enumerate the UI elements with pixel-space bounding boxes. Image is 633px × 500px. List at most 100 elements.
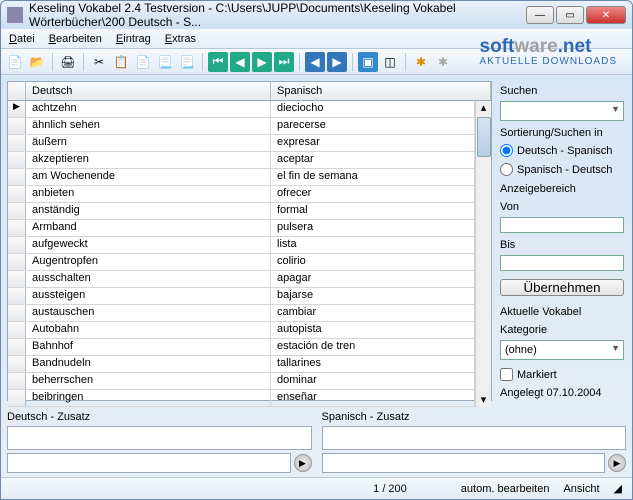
cell-es[interactable]: aceptar	[271, 152, 475, 168]
cell-es[interactable]: colirio	[271, 254, 475, 270]
cell-es[interactable]: dieciocho	[271, 101, 475, 117]
table-row[interactable]: Bahnhofestación de tren	[8, 339, 475, 356]
menu-file[interactable]: Datei	[9, 33, 35, 45]
grid-icon[interactable]: ◫	[380, 52, 400, 72]
print-icon[interactable]: 🖨	[58, 52, 78, 72]
table-row[interactable]: Augentropfencolirio	[8, 254, 475, 271]
column-header-spanisch[interactable]: Spanisch	[271, 82, 491, 100]
doc2-icon[interactable]: 📃	[177, 52, 197, 72]
resize-grip-icon[interactable]: ◢	[614, 482, 622, 495]
cell-de[interactable]: ähnlich sehen	[26, 118, 271, 134]
cell-de[interactable]: am Wochenende	[26, 169, 271, 185]
cell-es[interactable]: pulsera	[271, 220, 475, 236]
zusatz-left-input[interactable]	[7, 453, 291, 473]
cell-es[interactable]: formal	[271, 203, 475, 219]
cell-de[interactable]: Bandnudeln	[26, 356, 271, 372]
cut-icon[interactable]: ✂	[89, 52, 109, 72]
cell-es[interactable]: estación de tren	[271, 339, 475, 355]
play-left-icon[interactable]: ▶	[294, 454, 312, 472]
table-row[interactable]: akzeptierenaceptar	[8, 152, 475, 169]
search-input[interactable]	[500, 101, 624, 121]
menu-entry[interactable]: Eintrag	[116, 33, 151, 45]
cell-de[interactable]: anbieten	[26, 186, 271, 202]
cell-es[interactable]: enseñar	[271, 390, 475, 406]
cell-es[interactable]: expresar	[271, 135, 475, 151]
table-row[interactable]: ▶achtzehndieciocho	[8, 101, 475, 118]
cell-de[interactable]: Armband	[26, 220, 271, 236]
cell-de[interactable]: achtzehn	[26, 101, 271, 117]
cell-es[interactable]: cambiar	[271, 305, 475, 321]
cell-de[interactable]: Autobahn	[26, 322, 271, 338]
cell-de[interactable]: beibringen	[26, 390, 271, 406]
cell-es[interactable]: parecerse	[271, 118, 475, 134]
marked-checkbox[interactable]	[500, 368, 513, 381]
last-icon[interactable]: ⏭	[274, 52, 294, 72]
category-select[interactable]	[500, 340, 624, 360]
table-row[interactable]: ausschaltenapagar	[8, 271, 475, 288]
cell-es[interactable]: el fin de semana	[271, 169, 475, 185]
cell-de[interactable]: Bahnhof	[26, 339, 271, 355]
scrollbar[interactable]: ▴ ▾	[475, 101, 491, 407]
cell-es[interactable]: autopista	[271, 322, 475, 338]
table-row[interactable]: anständigformal	[8, 203, 475, 220]
zusatz-right-input[interactable]	[322, 453, 606, 473]
zusatz-left-text[interactable]	[7, 426, 312, 450]
status-auto[interactable]: autom. bearbeiten	[461, 483, 550, 495]
table-row[interactable]: anbietenofrecer	[8, 186, 475, 203]
table-row[interactable]: Bandnudelntallarines	[8, 356, 475, 373]
cell-es[interactable]: dominar	[271, 373, 475, 389]
menu-edit[interactable]: Bearbeiten	[49, 33, 102, 45]
zusatz-right-text[interactable]	[322, 426, 627, 450]
table-row[interactable]: beherrschendominar	[8, 373, 475, 390]
cell-es[interactable]: tallarines	[271, 356, 475, 372]
scroll-thumb[interactable]	[477, 117, 491, 157]
prev-icon[interactable]: ◀	[230, 52, 250, 72]
next-icon[interactable]: ▶	[252, 52, 272, 72]
radio-de-es[interactable]	[500, 144, 513, 157]
cell-de[interactable]: akzeptieren	[26, 152, 271, 168]
grid-body[interactable]: ▶achtzehndieciochoähnlich sehenparecerse…	[8, 101, 475, 407]
cell-de[interactable]: ausschalten	[26, 271, 271, 287]
cell-de[interactable]: Augentropfen	[26, 254, 271, 270]
table-row[interactable]: austauschencambiar	[8, 305, 475, 322]
table-row[interactable]: ähnlich sehenparecerse	[8, 118, 475, 135]
cell-es[interactable]: lista	[271, 237, 475, 253]
doc-icon[interactable]: 📃	[155, 52, 175, 72]
minimize-button[interactable]: —	[526, 6, 554, 24]
status-view[interactable]: Ansicht	[563, 483, 599, 495]
picture-icon[interactable]: ▣	[358, 52, 378, 72]
nav1-icon[interactable]: ◀	[305, 52, 325, 72]
table-row[interactable]: äußernexpresar	[8, 135, 475, 152]
cell-de[interactable]: aussteigen	[26, 288, 271, 304]
menu-extras[interactable]: Extras	[165, 33, 196, 45]
table-row[interactable]: Armbandpulsera	[8, 220, 475, 237]
cell-es[interactable]: apagar	[271, 271, 475, 287]
table-row[interactable]: aufgewecktlista	[8, 237, 475, 254]
first-icon[interactable]: ⏮	[208, 52, 228, 72]
table-row[interactable]: aussteigenbajarse	[8, 288, 475, 305]
new-icon[interactable]: 📄	[5, 52, 25, 72]
from-input[interactable]	[500, 217, 624, 233]
table-row[interactable]: Autobahnautopista	[8, 322, 475, 339]
close-button[interactable]: ✕	[586, 6, 626, 24]
cell-es[interactable]: bajarse	[271, 288, 475, 304]
paste-icon[interactable]: 📄	[133, 52, 153, 72]
table-row[interactable]: beibringenenseñar	[8, 390, 475, 407]
apply-button[interactable]: Übernehmen	[500, 279, 624, 296]
play-right-icon[interactable]: ▶	[608, 454, 626, 472]
open-icon[interactable]: 📂	[27, 52, 47, 72]
maximize-button[interactable]: ▭	[556, 6, 584, 24]
to-input[interactable]	[500, 255, 624, 271]
star-icon[interactable]: ✱	[433, 52, 453, 72]
cell-de[interactable]: beherrschen	[26, 373, 271, 389]
cell-de[interactable]: anständig	[26, 203, 271, 219]
cell-de[interactable]: austauschen	[26, 305, 271, 321]
nav2-icon[interactable]: ▶	[327, 52, 347, 72]
cell-es[interactable]: ofrecer	[271, 186, 475, 202]
copy-icon[interactable]: 📋	[111, 52, 131, 72]
cell-de[interactable]: äußern	[26, 135, 271, 151]
table-row[interactable]: am Wochenendeel fin de semana	[8, 169, 475, 186]
cell-de[interactable]: aufgeweckt	[26, 237, 271, 253]
add-icon[interactable]: ✱	[411, 52, 431, 72]
radio-es-de[interactable]	[500, 163, 513, 176]
